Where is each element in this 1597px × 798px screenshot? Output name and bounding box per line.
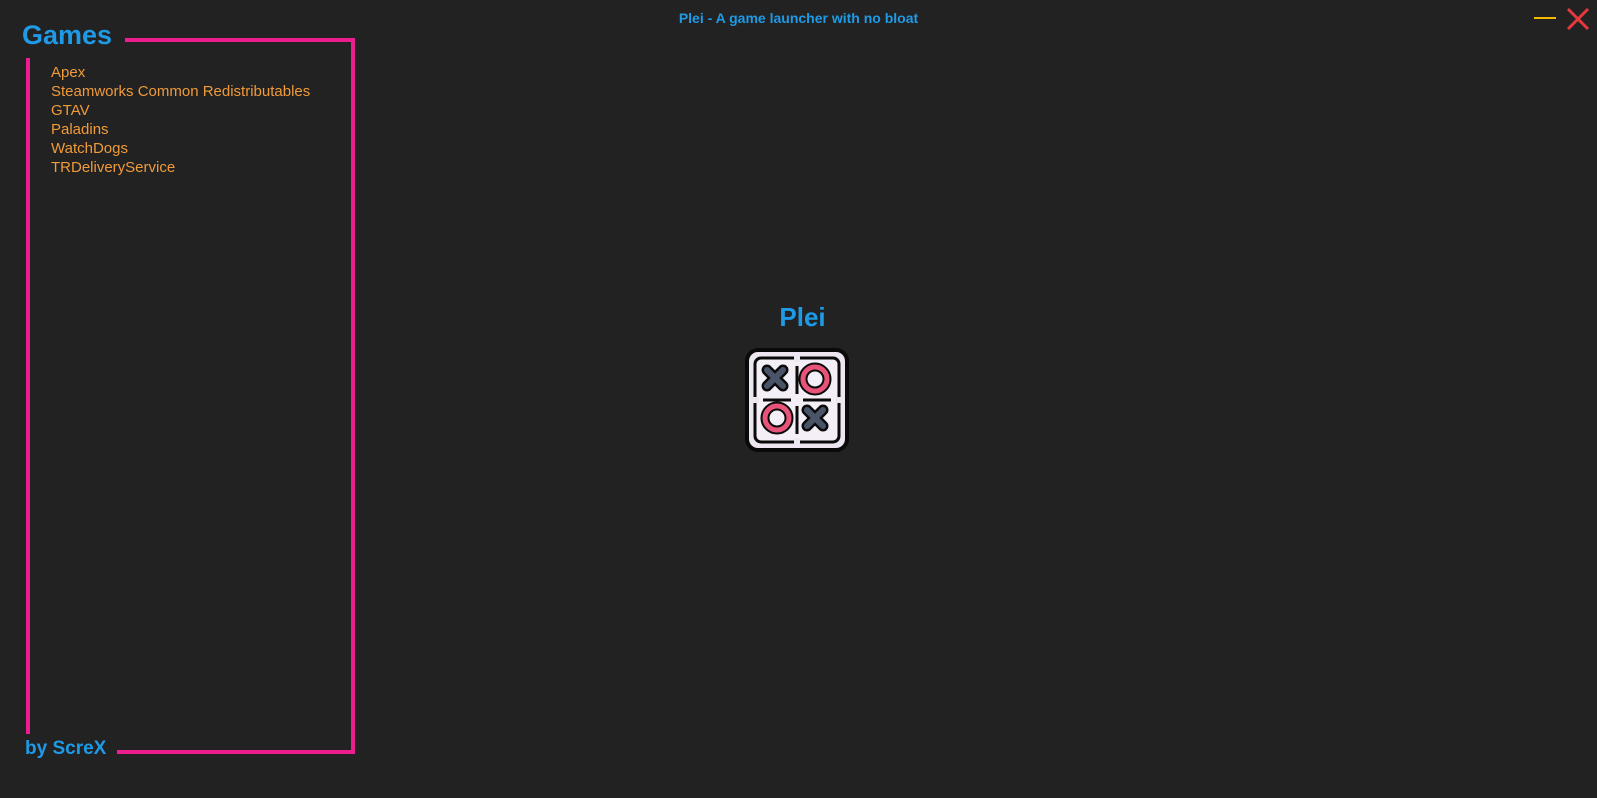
author-credit: by ScreX — [25, 738, 107, 759]
game-item-trdeliveryservice[interactable]: TRDeliveryService — [51, 158, 310, 177]
game-item-apex[interactable]: Apex — [51, 63, 310, 82]
minimize-button[interactable] — [1533, 10, 1557, 26]
game-item-paladins[interactable]: Paladins — [51, 120, 310, 139]
minimize-icon — [1534, 17, 1556, 19]
frame-top-line — [125, 38, 355, 42]
close-icon — [1566, 7, 1590, 31]
frame-left-line — [26, 58, 30, 734]
frame-bottom-line — [117, 750, 355, 754]
frame-right-line — [351, 38, 355, 754]
app-logo — [745, 348, 849, 452]
window-title: Plei - A game launcher with no bloat — [678, 10, 919, 26]
game-item-watchdogs[interactable]: WatchDogs — [51, 139, 310, 158]
app-title: Plei — [779, 302, 826, 332]
game-item-gtav[interactable]: GTAV — [51, 101, 310, 120]
game-item-steamworks[interactable]: Steamworks Common Redistributables — [51, 82, 310, 101]
tic-tac-toe-icon — [745, 348, 849, 452]
game-list: Apex Steamworks Common Redistributables … — [51, 63, 310, 177]
close-button[interactable] — [1565, 6, 1591, 32]
games-heading: Games — [22, 20, 113, 50]
